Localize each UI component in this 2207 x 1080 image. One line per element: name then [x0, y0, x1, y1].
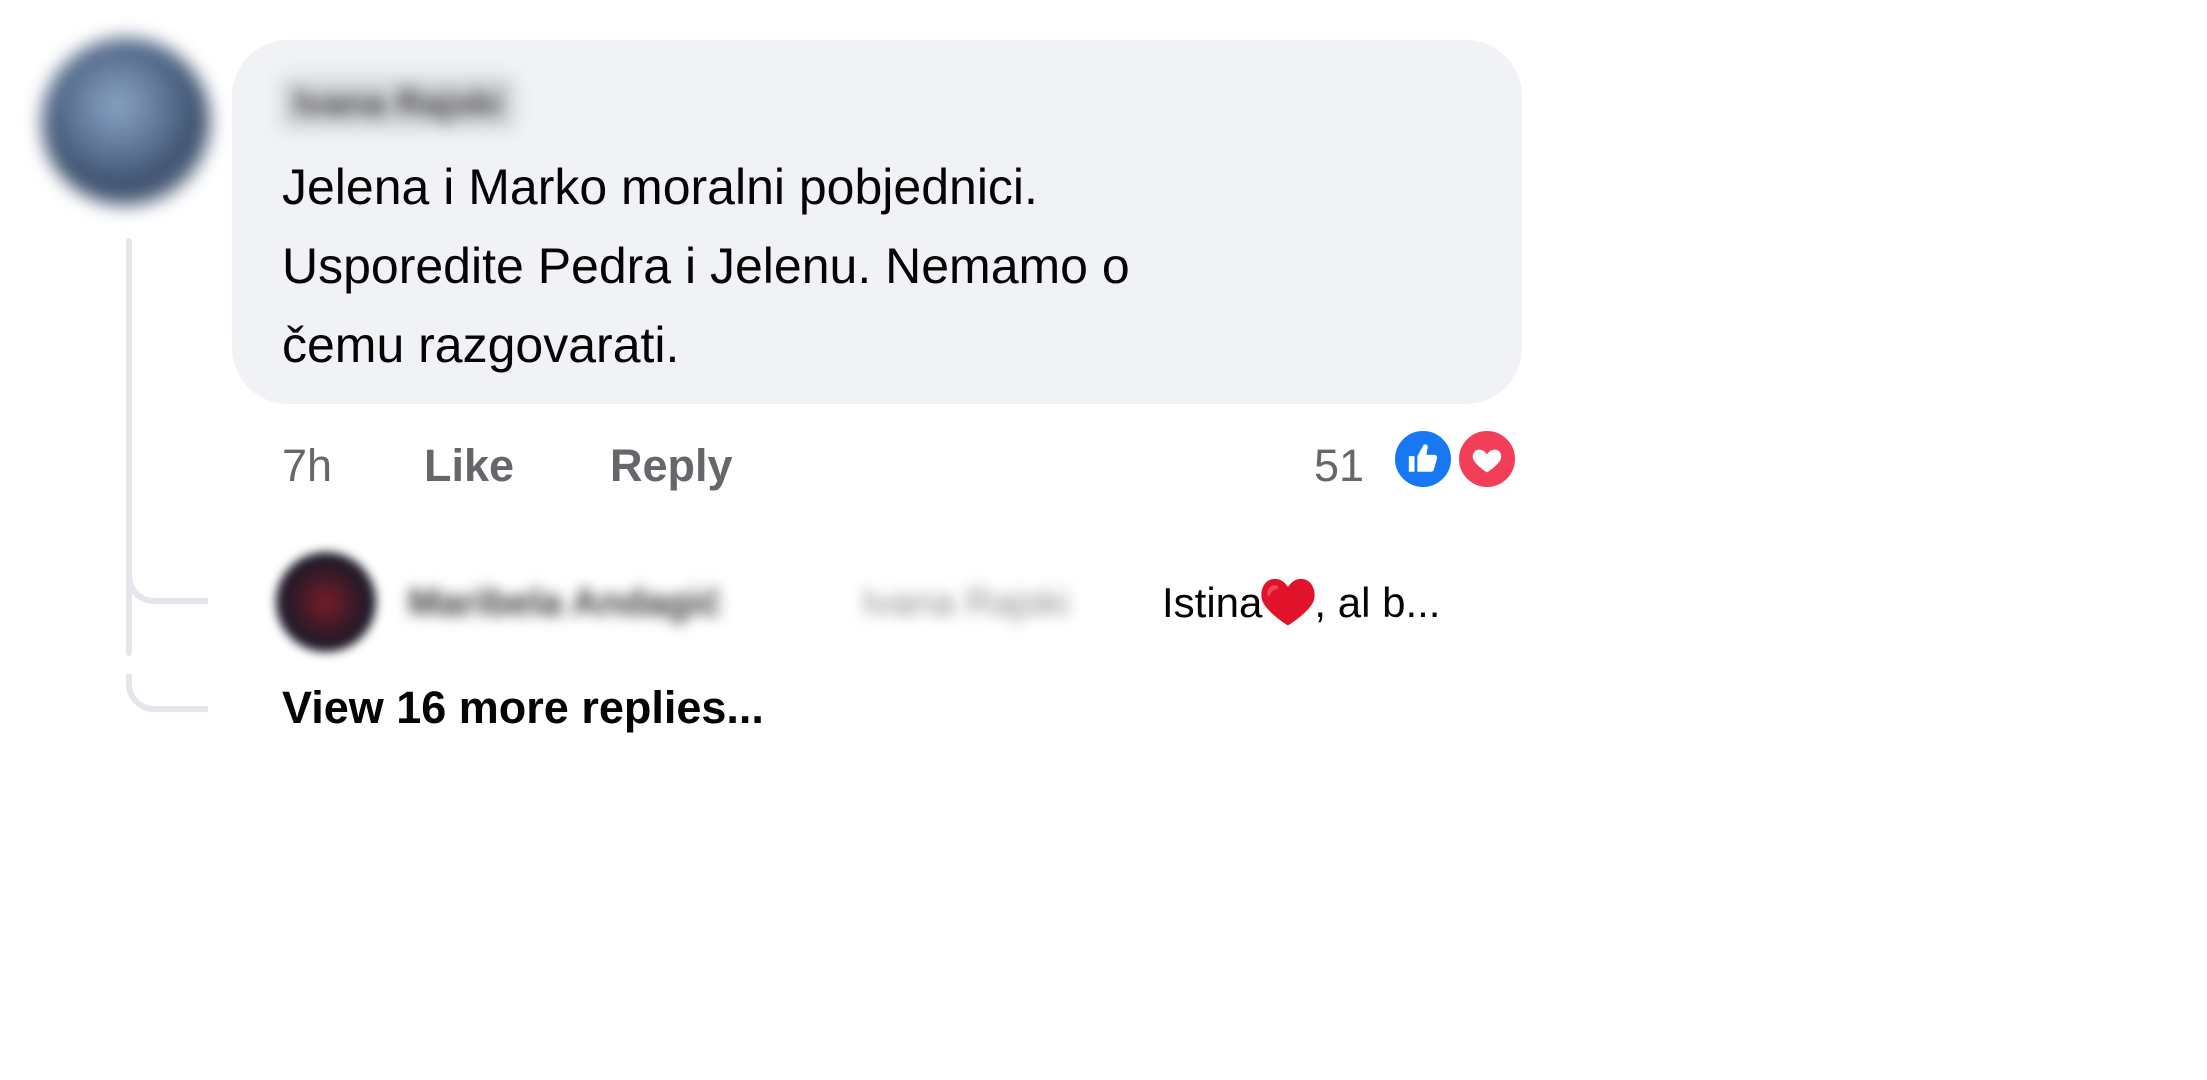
comment-text-line: Jelena i Marko moralni pobjednici. [282, 159, 1038, 215]
heart-emoji-icon [1261, 578, 1316, 626]
view-more-replies-link[interactable]: View 16 more replies... [282, 682, 764, 734]
love-reaction-icon[interactable] [1456, 428, 1518, 490]
comment-author[interactable]: Ivana Rajski [280, 76, 517, 130]
comment-text-line: čemu razgovarati. [282, 317, 680, 373]
like-button[interactable]: Like [424, 440, 514, 492]
comment-text-line: Usporedite Pedra i Jelenu. Nemamo o [282, 238, 1130, 294]
reply-snippet[interactable]: Istina , al b... [1162, 572, 1440, 634]
reply-button[interactable]: Reply [610, 440, 733, 492]
reply-author[interactable]: Maribela Andagić [408, 572, 721, 634]
reply-snippet-end: , al b... [1314, 579, 1441, 626]
thread-branch-reply [126, 566, 208, 604]
thread-branch-more [126, 674, 208, 712]
reply-names: Maribela Andagić Ivana Rajski [402, 572, 1146, 634]
reply-avatar[interactable] [276, 552, 376, 652]
comment-timestamp[interactable]: 7h [282, 440, 332, 492]
comment-text: Jelena i Marko moralni pobjednici. Uspor… [282, 148, 1462, 385]
comment-bubble: Ivana Rajski Jelena i Marko moralni pobj… [232, 40, 1522, 404]
reply-mention[interactable]: Ivana Rajski [862, 572, 1069, 634]
commenter-avatar[interactable] [42, 38, 210, 206]
reply-snippet-start: Istina [1162, 579, 1263, 626]
like-reaction-icon[interactable] [1392, 428, 1454, 490]
reaction-count[interactable]: 51 [1314, 440, 1364, 492]
